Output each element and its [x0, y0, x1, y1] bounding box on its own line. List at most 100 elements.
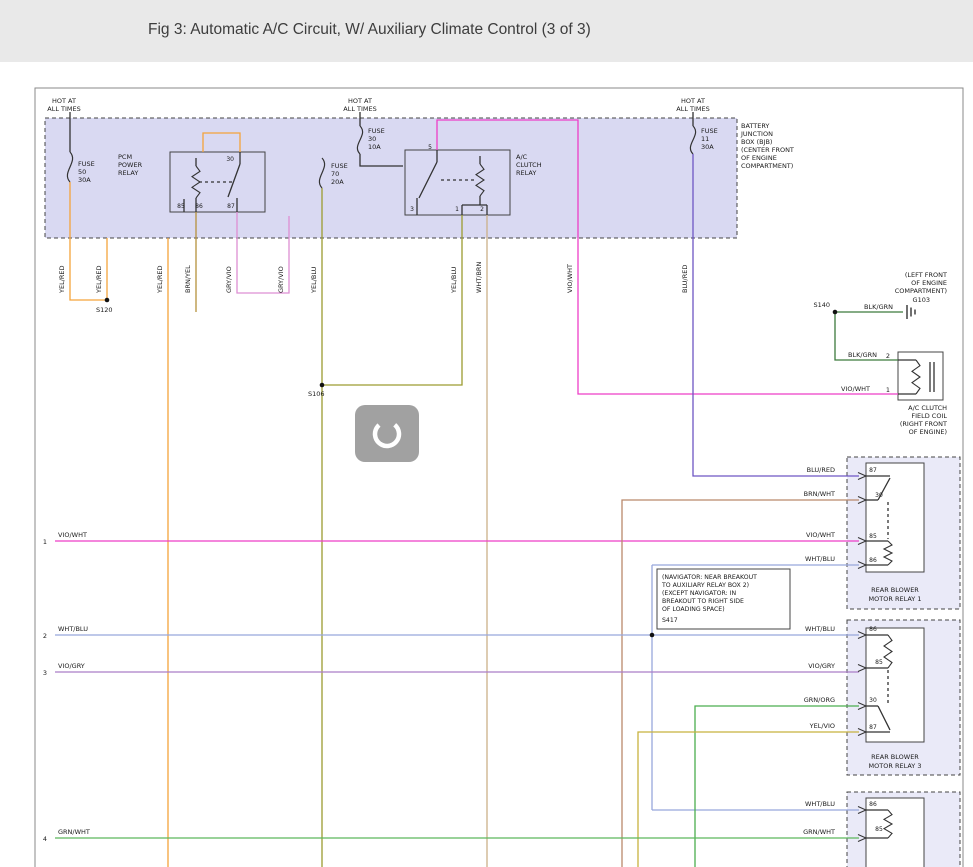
diagram-label: ALL TIMES: [47, 105, 80, 113]
diagram-label: FUSE: [701, 127, 718, 135]
diagram-label: VIO/GRY: [58, 662, 85, 670]
battery-junction-box: [45, 118, 737, 238]
diagram-label: A/C: [516, 153, 528, 161]
diagram-label: VIO/WHT: [566, 264, 574, 293]
diagram-label: RELAY: [118, 169, 138, 177]
diagram-label: BLU/RED: [807, 466, 835, 474]
diagram-label: 85: [869, 533, 877, 540]
diagram-label: YEL/BLU: [310, 266, 318, 294]
diagram-label: YEL/RED: [156, 265, 164, 294]
diagram-label: OF ENGINE: [911, 279, 947, 287]
splice-dot: [650, 633, 655, 638]
diagram-label: S106: [308, 390, 325, 398]
diagram-label: 86: [869, 801, 877, 808]
diagram-label: 30: [368, 135, 376, 143]
diagram-label: BREAKOUT TO RIGHT SIDE: [662, 598, 744, 605]
diagram-label: 87: [227, 203, 235, 210]
diagram-label: 86: [195, 203, 203, 210]
diagram-label: WHT/BLU: [58, 625, 88, 633]
diagram-label: S417: [662, 617, 678, 624]
diagram-label: YEL/RED: [58, 265, 66, 294]
diagram-label: 4: [43, 835, 47, 843]
diagram-label: 70: [331, 170, 339, 178]
diagram-label: YEL/RED: [95, 265, 103, 294]
diagram-label: GRN/WHT: [58, 828, 90, 836]
diagram-label: 30: [226, 156, 234, 163]
figure-title: Fig 3: Automatic A/C Circuit, W/ Auxilia…: [148, 21, 591, 39]
loading-spinner: [355, 405, 419, 462]
diagram-label: MOTOR RELAY 3: [869, 762, 922, 770]
diagram-label: 2: [43, 632, 47, 640]
diagram-label: 2: [886, 352, 890, 360]
diagram-label: S120: [96, 306, 113, 314]
splice-dot: [833, 310, 838, 315]
diagram-label: BLK/GRN: [864, 303, 893, 311]
diagram-label: WHT/BRN: [475, 262, 483, 293]
diagram-label: 5: [428, 144, 432, 151]
diagram-label: YEL/VIO: [809, 722, 835, 730]
diagram-label: (CENTER FRONT: [741, 146, 794, 154]
diagram-label: 11: [701, 135, 709, 143]
diagram-label: 3: [410, 206, 414, 213]
diagram-label: BLK/GRN: [848, 351, 877, 359]
wiring-svg: HOT ATALL TIMESHOT ATALL TIMESHOT ATALL …: [0, 0, 973, 867]
diagram-label: PCM: [118, 153, 132, 161]
diagram-label: 30: [875, 492, 883, 499]
diagram-label: OF ENGINE): [909, 428, 947, 436]
diagram-label: VIO/GRY: [808, 662, 835, 670]
diagram-label: COMPARTMENT): [895, 287, 947, 295]
diagram-label: (EXCEPT NAVIGATOR: IN: [662, 590, 737, 597]
page: HOT ATALL TIMESHOT ATALL TIMESHOT ATALL …: [0, 0, 973, 867]
diagram-label: 20A: [331, 178, 344, 186]
diagram-label: 3: [43, 669, 47, 677]
diagram-label: YEL/BLU: [450, 266, 458, 294]
diagram-label: BRN/WHT: [804, 490, 835, 498]
diagram-label: ALL TIMES: [676, 105, 709, 113]
diagram-label: FIELD COIL: [911, 412, 947, 420]
diagram-label: 30A: [78, 176, 91, 184]
diagram-label: RELAY: [516, 169, 536, 177]
diagram-label: HOT AT: [348, 97, 372, 105]
diagram-label: 30A: [701, 143, 714, 151]
splice-dot: [105, 298, 110, 303]
diagram-label: S140: [813, 301, 830, 309]
refresh-arc-icon: [368, 415, 406, 453]
diagram-label: GRY/VIO: [225, 266, 233, 293]
diagram-label: BATTERY: [741, 122, 769, 130]
diagram-label: POWER: [118, 161, 143, 169]
figure-title-bar: Fig 3: Automatic A/C Circuit, W/ Auxilia…: [0, 0, 973, 62]
diagram-label: 85: [177, 203, 185, 210]
diagram-label: TO AUXILIARY RELAY BOX 2): [661, 582, 749, 589]
diagram-label: GRN/ORG: [804, 696, 835, 704]
diagram-label: 86: [869, 626, 877, 633]
diagram-label: REAR BLOWER: [871, 586, 919, 594]
diagram-label: (LEFT FRONT: [905, 271, 947, 279]
diagram-label: 1: [886, 386, 890, 394]
diagram-label: REAR BLOWER: [871, 753, 919, 761]
diagram-label: BOX (BJB): [741, 138, 772, 146]
diagram-label: 87: [869, 467, 877, 474]
diagram-label: VIO/WHT: [58, 531, 87, 539]
diagram-label: WHT/BLU: [805, 800, 835, 808]
diagram-label: 87: [869, 724, 877, 731]
diagram-label: JUNCTION: [740, 130, 773, 138]
diagram-label: WHT/BLU: [805, 555, 835, 563]
diagram-label: VIO/WHT: [806, 531, 835, 539]
diagram-label: 1: [455, 206, 459, 213]
diagram-label: 10A: [368, 143, 381, 151]
diagram-label: FUSE: [368, 127, 385, 135]
diagram-label: ALL TIMES: [343, 105, 376, 113]
diagram-label: 86: [869, 557, 877, 564]
diagram-label: FUSE: [78, 160, 95, 168]
diagram-label: MOTOR RELAY 1: [869, 595, 922, 603]
diagram-label: A/C CLUTCH: [908, 404, 947, 412]
diagram-label: GRN/WHT: [803, 828, 835, 836]
diagram-label: HOT AT: [52, 97, 76, 105]
diagram-label: 1: [43, 538, 47, 546]
diagram-label: GRY/VIO: [277, 266, 285, 293]
diagram-label: CLUTCH: [516, 161, 542, 169]
diagram-label: WHT/BLU: [805, 625, 835, 633]
diagram-label: HOT AT: [681, 97, 705, 105]
diagram-label: (NAVIGATOR: NEAR BREAKOUT: [662, 574, 757, 581]
diagram-label: 85: [875, 659, 883, 666]
